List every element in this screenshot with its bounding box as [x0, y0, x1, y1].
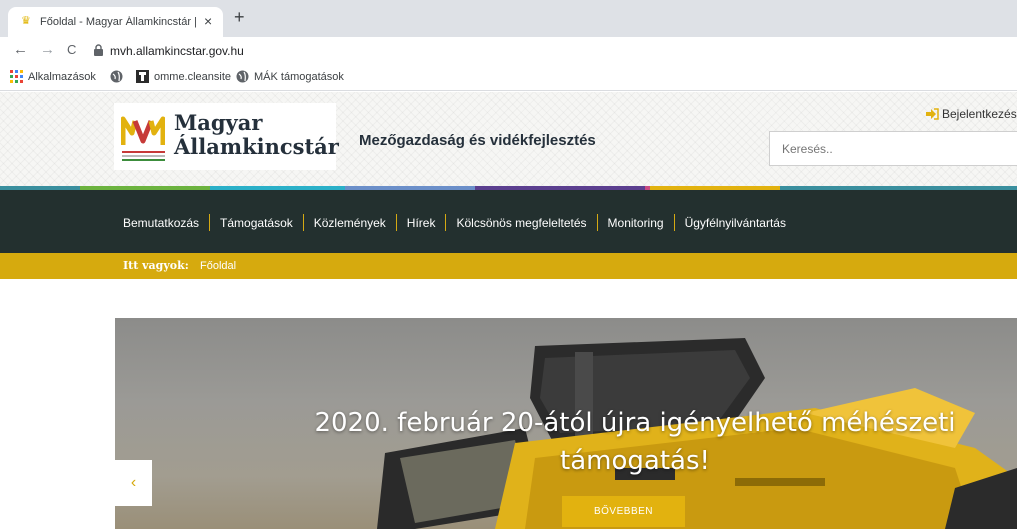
login-link[interactable]: Bejelentkezés: [925, 107, 1017, 121]
nav-separator: [302, 214, 304, 231]
bookmark-label: omme.cleansite: [154, 70, 232, 83]
crown-favicon-icon: ♛: [21, 15, 31, 27]
bookmarks-bar: Alkalmazások omme.cleansite MÁK támogatá…: [0, 65, 1017, 91]
site-logo[interactable]: Magyar Államkincstár: [114, 103, 339, 170]
browser-toolbar: ← → C mvh.allamkincstar.gov.hu: [0, 37, 1017, 65]
site-tagline: Mezőgazdaság és vidékfejlesztés: [359, 132, 596, 149]
globe-icon: [110, 70, 123, 83]
nav-separator: [395, 214, 397, 231]
login-label: Bejelentkezés: [942, 107, 1017, 121]
read-more-button[interactable]: BŐVEBBEN: [562, 496, 685, 527]
bookmark-apps[interactable]: Alkalmazások: [10, 70, 96, 83]
nav-item-ugyfelnyilvantartas[interactable]: Ügyfélnyilvántartás: [685, 216, 786, 230]
reload-button[interactable]: C: [67, 42, 76, 58]
address-bar[interactable]: mvh.allamkincstar.gov.hu: [110, 44, 244, 58]
site-favicon-icon: [136, 70, 149, 83]
nav-separator: [445, 214, 447, 231]
nav-separator: [596, 214, 598, 231]
browser-tabstrip: ♛ Főoldal - Magyar Államkincstár | K × +: [0, 0, 1017, 37]
breadcrumb-label: Itt vagyok:: [123, 259, 189, 272]
nav-item-bemutatkozas[interactable]: Bemutatkozás: [123, 216, 199, 230]
bookmark-label: MÁK támogatások: [254, 70, 344, 83]
breadcrumb: Itt vagyok: Főoldal: [0, 253, 1017, 279]
back-button[interactable]: ←: [13, 42, 28, 58]
nav-separator: [673, 214, 675, 231]
lock-icon: [94, 44, 103, 56]
hero-slider: 2020. február 20-ától újra igényelhető m…: [115, 318, 1017, 529]
logo-text-line1: Magyar: [174, 110, 263, 135]
breadcrumb-home-link[interactable]: Főoldal: [200, 260, 236, 272]
main-navigation: Bemutatkozás Támogatások Közlemények Hír…: [0, 190, 1017, 253]
logo-flag-stripes: [122, 151, 165, 163]
hero-title: 2020. február 20-ától újra igényelhető m…: [314, 408, 956, 476]
close-tab-icon[interactable]: ×: [204, 13, 212, 29]
nav-separator: [209, 214, 211, 231]
nav-item-tamogatasok[interactable]: Támogatások: [220, 216, 293, 230]
bookmark-mak[interactable]: MÁK támogatások: [236, 70, 344, 83]
logo-text-line2: Államkincstár: [174, 134, 339, 159]
search-input[interactable]: [769, 131, 1017, 166]
globe-icon: [236, 70, 249, 83]
new-tab-button[interactable]: +: [234, 8, 245, 26]
browser-tab[interactable]: ♛ Főoldal - Magyar Államkincstár | K ×: [8, 7, 223, 37]
nav-item-kozlemenyek[interactable]: Közlemények: [314, 216, 386, 230]
nav-item-monitoring[interactable]: Monitoring: [608, 216, 664, 230]
nav-item-hirek[interactable]: Hírek: [407, 216, 436, 230]
slider-prev-button[interactable]: ‹: [115, 460, 152, 506]
bookmark-label: Alkalmazások: [28, 70, 96, 83]
crown-logo-icon: [121, 116, 165, 145]
main-menu: Bemutatkozás Támogatások Közlemények Hír…: [123, 214, 786, 231]
forward-button[interactable]: →: [40, 42, 55, 58]
tab-title: Főoldal - Magyar Államkincstár | K: [40, 16, 200, 28]
nav-item-kolcsonos-megfeleltetes[interactable]: Kölcsönös megfeleltetés: [456, 216, 586, 230]
bookmark-globe[interactable]: [110, 70, 123, 83]
sign-in-icon: [926, 108, 939, 120]
site-header: Magyar Államkincstár Mezőgazdaság és vid…: [0, 92, 1017, 186]
bookmark-omme[interactable]: omme.cleansite: [136, 70, 231, 83]
apps-grid-icon: [10, 70, 23, 83]
